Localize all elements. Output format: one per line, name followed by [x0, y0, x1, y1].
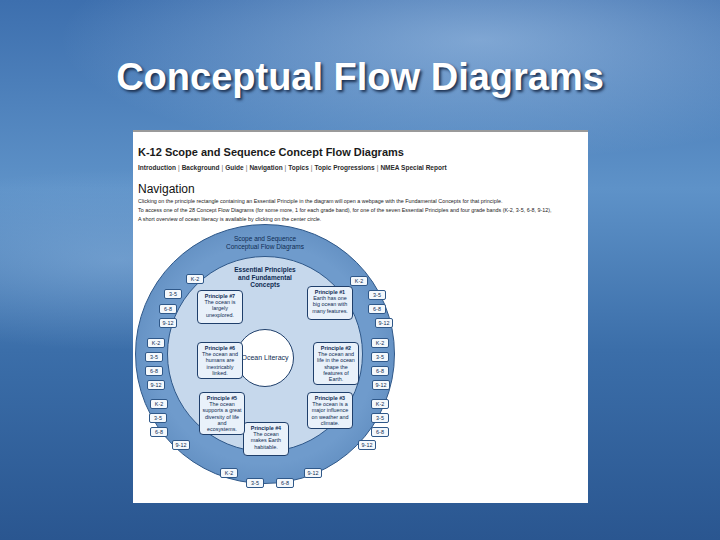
grade-tag[interactable]: 6-8: [371, 427, 389, 437]
grade-tag[interactable]: 9-12: [172, 440, 190, 450]
principle-box[interactable]: Principle #5The ocean supports a great d…: [199, 392, 245, 435]
principle-text: The ocean and life in the ocean shape th…: [316, 351, 356, 382]
grade-tag[interactable]: 3-5: [164, 289, 182, 299]
grade-tag[interactable]: 3-5: [368, 290, 386, 300]
nav-link[interactable]: Introduction: [138, 163, 176, 172]
nav-link[interactable]: Topic Progressions: [314, 163, 374, 172]
nav-link[interactable]: Topics: [288, 163, 308, 172]
title-band: Conceptual Flow Diagrams: [0, 0, 720, 130]
grade-tag[interactable]: 6-8: [150, 427, 168, 437]
paragraph: To access one of the 28 Concept Flow Dia…: [138, 207, 583, 214]
grade-tag[interactable]: 3-5: [145, 352, 163, 362]
principle-label: Principle #5: [207, 395, 237, 401]
grade-tag[interactable]: 9-12: [375, 318, 393, 328]
nav-link[interactable]: Guide: [225, 163, 243, 172]
center-circle[interactable]: Ocean Literacy: [236, 329, 294, 387]
grade-tag[interactable]: 9-12: [358, 440, 376, 450]
principle-label: Principle #7: [205, 293, 235, 299]
slide: Conceptual Flow Diagrams K-12 Scope and S…: [0, 0, 720, 540]
grade-tag[interactable]: K-2: [350, 276, 368, 286]
nav-separator: |: [311, 163, 313, 172]
nav-separator: |: [246, 163, 248, 172]
grade-tag[interactable]: 6-8: [145, 366, 163, 376]
principle-label: Principle #2: [321, 345, 351, 351]
webpage-screenshot: K-12 Scope and Sequence Concept Flow Dia…: [133, 130, 588, 503]
grade-tag[interactable]: 6-8: [276, 478, 294, 488]
grade-tag[interactable]: K-2: [186, 274, 204, 284]
nav-bar: Introduction|Background|Guide|Navigation…: [138, 163, 583, 172]
grade-tag[interactable]: K-2: [371, 399, 389, 409]
nav-separator: |: [285, 163, 287, 172]
principle-text: Earth has one big ocean with many featur…: [310, 295, 350, 314]
paragraph: Clicking on the principle rectangle cont…: [138, 198, 583, 205]
principle-box[interactable]: Principle #3The ocean is a major influen…: [307, 392, 353, 429]
principle-label: Principle #1: [315, 289, 345, 295]
slide-title: Conceptual Flow Diagrams: [116, 58, 604, 130]
principle-box[interactable]: Principle #1Earth has one big ocean with…: [307, 286, 353, 320]
principle-box[interactable]: Principle #2The ocean and life in the oc…: [313, 342, 359, 385]
principle-label: Principle #4: [251, 425, 281, 431]
section-heading: Navigation: [138, 182, 583, 196]
grade-tag[interactable]: K-2: [150, 399, 168, 409]
principle-label: Principle #3: [315, 395, 345, 401]
grade-tag[interactable]: K-2: [371, 338, 389, 348]
concept-diagram: Scope and Sequence Conceptual Flow Diagr…: [135, 224, 397, 490]
paragraph: A short overview of ocean literacy is av…: [138, 216, 583, 223]
principle-text: The ocean is largely unexplored.: [200, 299, 240, 318]
principle-label: Principle #6: [205, 345, 235, 351]
grade-tag[interactable]: 9-12: [159, 318, 177, 328]
principle-text: The ocean makes Earth habitable.: [246, 431, 286, 450]
grade-tag[interactable]: 3-5: [371, 413, 389, 423]
ring-title: Scope and Sequence Conceptual Flow Diagr…: [220, 235, 310, 250]
nav-link[interactable]: Navigation: [249, 163, 282, 172]
grade-tag[interactable]: K-2: [220, 468, 238, 478]
principle-text: The ocean is a major influence on weathe…: [310, 401, 350, 426]
page-title: K-12 Scope and Sequence Concept Flow Dia…: [138, 146, 583, 159]
nav-link[interactable]: Background: [182, 163, 220, 172]
principle-box[interactable]: Principle #4The ocean makes Earth habita…: [243, 422, 289, 456]
grade-tag[interactable]: 9-12: [304, 468, 322, 478]
grade-tag[interactable]: 6-8: [371, 366, 389, 376]
grade-tag[interactable]: 3-5: [149, 413, 167, 423]
grade-tag[interactable]: 9-12: [147, 380, 165, 390]
principle-text: The ocean supports a great diversity of …: [202, 401, 242, 432]
grade-tag[interactable]: K-2: [147, 338, 165, 348]
principle-text: The ocean and humans are inextricably li…: [200, 351, 240, 376]
nav-separator: |: [178, 163, 180, 172]
page-header: K-12 Scope and Sequence Concept Flow Dia…: [133, 132, 588, 223]
grade-tag[interactable]: 9-12: [372, 380, 390, 390]
nav-link[interactable]: NMEA Special Report: [380, 163, 446, 172]
grade-tag[interactable]: 6-8: [159, 304, 177, 314]
nav-separator: |: [377, 163, 379, 172]
nav-separator: |: [222, 163, 224, 172]
grade-tag[interactable]: 3-5: [246, 478, 264, 488]
principle-box[interactable]: Principle #6The ocean and humans are ine…: [197, 342, 243, 379]
grade-tag[interactable]: 6-8: [368, 304, 386, 314]
grade-tag[interactable]: 3-5: [371, 352, 389, 362]
diagram-heading: Essential Principles and Fundamental Con…: [231, 266, 299, 289]
principle-box[interactable]: Principle #7The ocean is largely unexplo…: [197, 290, 243, 324]
